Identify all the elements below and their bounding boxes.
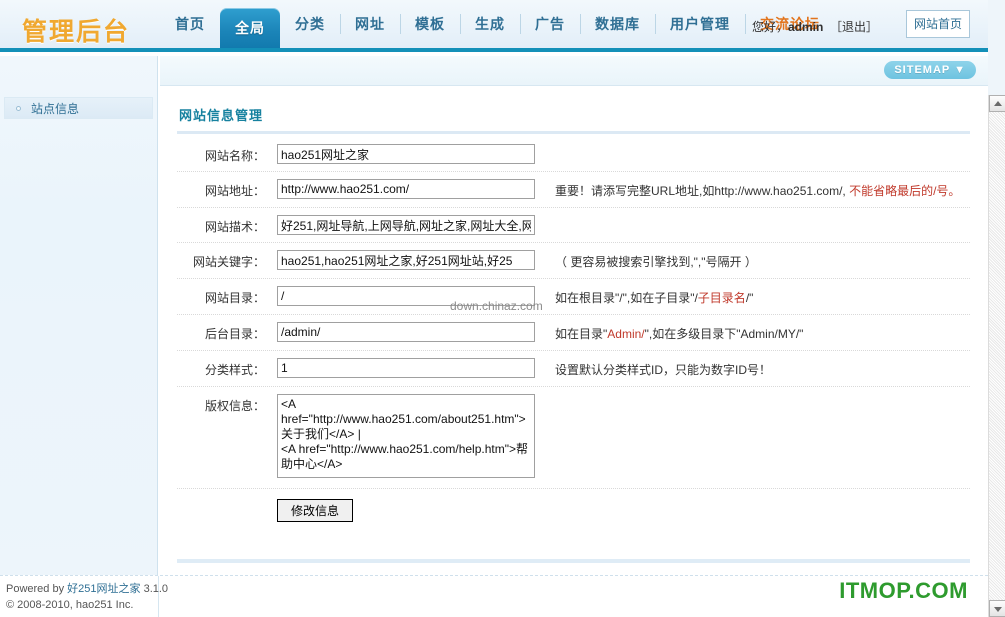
nav-tab-4[interactable]: 模板 [400, 0, 460, 48]
admin-directory-hint-text: 如在目录" [555, 327, 608, 341]
category-style-input[interactable] [277, 358, 535, 378]
nav-tab-6[interactable]: 广告 [520, 0, 580, 48]
brand-watermark: ITMOP.COM [839, 578, 968, 603]
submit-control: 修改信息 [277, 499, 547, 522]
admin-page: 管理后台 首页 全局 分类 网址 模板 生成 广告 数据库 用户管理 交流论坛 您好，admin … [0, 0, 1005, 617]
powered-prefix: Powered by [6, 583, 68, 595]
site-url-label: 网站地址： [204, 184, 265, 198]
site-url-input[interactable] [277, 179, 535, 199]
site-directory-hint-text: 如在根目录"/",如在子目录"/ [555, 291, 698, 305]
nav-tab-3[interactable]: 网址 [340, 0, 400, 48]
site-url-hint: 重要！请添写完整URL地址,如http://www.hao251.com/, 不… [547, 179, 970, 200]
form-row-site-keywords: 网站关键字： （ 更容易被搜索引擎找到,","号隔开 ） [177, 243, 970, 279]
footer-credits: Powered by 好251网址之家 3.1.0 © 2008-2010, h… [6, 581, 168, 613]
powered-by-line: Powered by 好251网址之家 3.1.0 [6, 581, 168, 597]
site-description-hint [547, 215, 970, 219]
copyright-line: © 2008-2010, hao251 Inc. [6, 599, 134, 611]
download-arrow-icon: ▼ [954, 64, 966, 76]
copyright-info-control [277, 394, 547, 481]
copyright-info-label: 版权信息： [204, 399, 265, 413]
site-directory-label: 网站目录： [204, 291, 265, 305]
form-row-copyright-info: 版权信息： [177, 387, 970, 489]
bottom-divider [177, 559, 970, 563]
sidebar: 站点信息 [0, 56, 158, 584]
title-divider [177, 131, 970, 134]
admin-directory-label: 后台目录： [204, 327, 265, 341]
submit-spacer [177, 499, 277, 502]
site-keywords-label: 网站关键字： [192, 255, 265, 269]
form-row-site-description: 网站描术： [177, 208, 970, 243]
nav-tab-8[interactable]: 用户管理 [655, 0, 745, 48]
site-name-label: 网站名称： [204, 149, 265, 163]
nav-tab-1[interactable]: 全局 [220, 8, 280, 48]
site-info-form: 网站名称： 网站地址： 重要！请添写完整URL地址,如http://www.hao2… [177, 137, 970, 529]
sitemap-button[interactable]: SITEMAP ▼ [884, 61, 976, 79]
site-description-label: 网站描术： [204, 220, 265, 234]
user-info: 您好，admin ［退出］ [752, 18, 878, 35]
site-directory-hint-emphasis: 子目录名 [697, 291, 746, 305]
sidebar-item-site-info[interactable]: 站点信息 [4, 97, 153, 119]
form-row-category-style: 分类样式： 设置默认分类样式ID，只能为数字ID号！ [177, 351, 970, 387]
username-text: admin [787, 20, 824, 34]
site-keywords-hint: （ 更容易被搜索引擎找到,","号隔开 ） [547, 250, 970, 271]
sitemap-bar: SITEMAP ▼ [160, 56, 988, 86]
sitemap-label: SITEMAP [894, 64, 951, 76]
admin-directory-hint-emphasis: Admin/ [607, 327, 645, 341]
nav-tab-5[interactable]: 生成 [460, 0, 520, 48]
site-url-hint-text: 重要！请添写完整URL地址,如http://www.hao251.com/, [555, 184, 850, 198]
scroll-up-arrow-icon[interactable] [989, 95, 1005, 112]
scrollbar-track[interactable] [989, 112, 1005, 600]
main-navigation: 首页 全局 分类 网址 模板 生成 广告 数据库 用户管理 交流论坛 [160, 0, 835, 48]
nav-tab-7[interactable]: 数据库 [580, 0, 655, 48]
copyright-info-textarea[interactable] [277, 394, 535, 478]
site-description-control [277, 215, 547, 235]
save-button[interactable]: 修改信息 [277, 499, 353, 522]
site-directory-input[interactable] [277, 286, 535, 306]
version-text: 3.1.0 [140, 583, 169, 595]
site-keywords-input[interactable] [277, 250, 535, 270]
site-logo: 管理后台 [22, 17, 131, 46]
admin-directory-input[interactable] [277, 322, 535, 342]
category-style-label: 分类样式： [204, 363, 265, 377]
footer: Powered by 好251网址之家 3.1.0 © 2008-2010, h… [0, 575, 988, 617]
circle-bullet-icon [16, 106, 21, 111]
site-name-input[interactable] [277, 144, 535, 164]
site-description-input[interactable] [277, 215, 535, 235]
category-style-hint: 设置默认分类样式ID，只能为数字ID号！ [547, 358, 970, 379]
greeting-text: 您好， [751, 20, 788, 34]
admin-directory-hint: 如在目录"Admin/",如在多级目录下"Admin/MY/" [547, 322, 970, 343]
site-directory-control [277, 286, 547, 306]
category-style-control [277, 358, 547, 378]
site-keywords-control [277, 250, 547, 270]
nav-tab-0[interactable]: 首页 [160, 0, 220, 48]
site-keywords-hint-text: （ 更容易被搜索引擎找到,","号隔开 ） [555, 255, 757, 269]
admin-directory-control [277, 322, 547, 342]
site-name-hint [547, 144, 970, 148]
form-submit-row: 修改信息 [177, 489, 970, 529]
site-url-hint-emphasis: 不能省略最后的/号。 [849, 184, 961, 198]
main-panel: 网站信息管理 网站名称： 网站地址： 重要！请添写完整URL地址,如http://w… [159, 87, 988, 577]
form-row-site-url: 网站地址： 重要！请添写完整URL地址,如http://www.hao251.co… [177, 172, 970, 208]
logout-link[interactable]: ［退出］ [830, 20, 878, 34]
site-directory-hint-tail: /" [745, 291, 754, 305]
site-home-button[interactable]: 网站首页 [906, 10, 970, 38]
scrollbar-top-filler [988, 0, 1005, 95]
copyright-info-hint [547, 394, 970, 398]
nav-tab-2[interactable]: 分类 [280, 0, 340, 48]
form-row-site-directory: 网站目录： 如在根目录"/",如在子目录"/子目录名/" [177, 279, 970, 315]
top-header: 管理后台 首页 全局 分类 网址 模板 生成 广告 数据库 用户管理 交流论坛 您好，admin … [0, 0, 988, 52]
vertical-scrollbar[interactable] [988, 95, 1005, 617]
site-name-control [277, 144, 547, 164]
admin-directory-hint-tail: ",如在多级目录下"Admin/MY/" [644, 327, 804, 341]
form-row-site-name: 网站名称： [177, 137, 970, 172]
form-row-admin-directory: 后台目录： 如在目录"Admin/",如在多级目录下"Admin/MY/" [177, 315, 970, 351]
sidebar-item-label: 站点信息 [31, 102, 80, 116]
category-style-hint-text: 设置默认分类样式ID，只能为数字ID号！ [555, 363, 772, 377]
powered-brand: 好251网址之家 [67, 583, 141, 595]
site-url-control [277, 179, 547, 199]
site-directory-hint: 如在根目录"/",如在子目录"/子目录名/" [547, 286, 970, 307]
scroll-down-arrow-icon[interactable] [989, 600, 1005, 617]
page-title: 网站信息管理 [179, 108, 264, 123]
